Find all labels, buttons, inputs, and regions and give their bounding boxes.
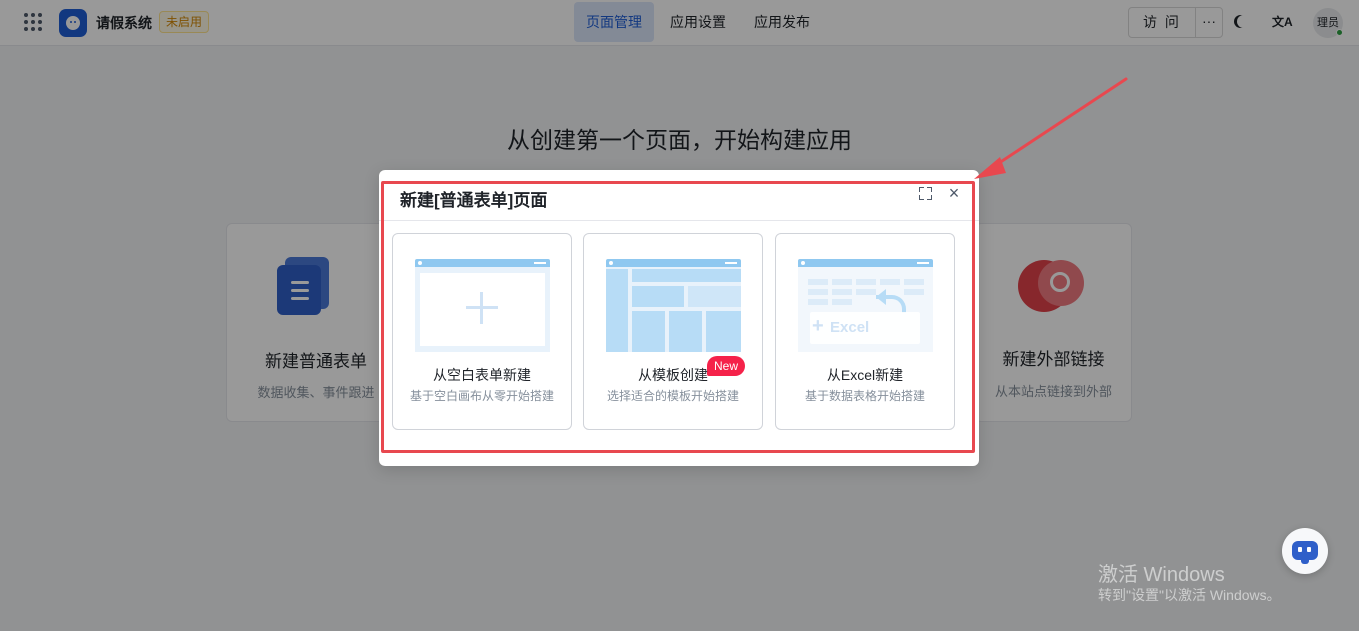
option-title: 从Excel新建 [826, 367, 904, 383]
option-from-excel[interactable]: + Excel 从Excel新建 基于数据表格开始搭建 [775, 233, 955, 430]
excel-label: Excel [830, 319, 870, 336]
modal-title: 新建[普通表单]页面 [400, 191, 548, 210]
option-title: 从空白表单新建 [433, 367, 531, 383]
windows-watermark-subtitle: 转到"设置"以激活 Windows。 [1098, 587, 1281, 603]
new-page-modal: 新建[普通表单]页面 × 从空白表单新建 基于空白画布从零开始搭建 New 从模… [379, 170, 979, 466]
template-illustration [606, 259, 741, 352]
modal-header: 新建[普通表单]页面 × [379, 170, 979, 221]
plus-icon [466, 292, 498, 324]
option-blank-form[interactable]: 从空白表单新建 基于空白画布从零开始搭建 [392, 233, 572, 430]
option-description: 基于数据表格开始搭建 [804, 389, 925, 403]
excel-illustration: + Excel [798, 259, 933, 352]
windows-watermark-title: 激活 Windows [1098, 564, 1225, 586]
assistant-robot-button[interactable] [1282, 528, 1328, 574]
option-description: 基于空白画布从零开始搭建 [409, 389, 554, 403]
close-icon[interactable]: × [944, 184, 964, 204]
blank-canvas-illustration [415, 259, 550, 352]
option-title: 从模板创建 [638, 367, 708, 383]
plus-icon: + [812, 315, 824, 337]
option-from-template[interactable]: New 从模板创建 选择适合的模板开始搭建 [583, 233, 763, 430]
option-description: 选择适合的模板开始搭建 [606, 389, 739, 403]
fullscreen-icon[interactable] [919, 187, 932, 200]
robot-icon [1292, 541, 1318, 564]
